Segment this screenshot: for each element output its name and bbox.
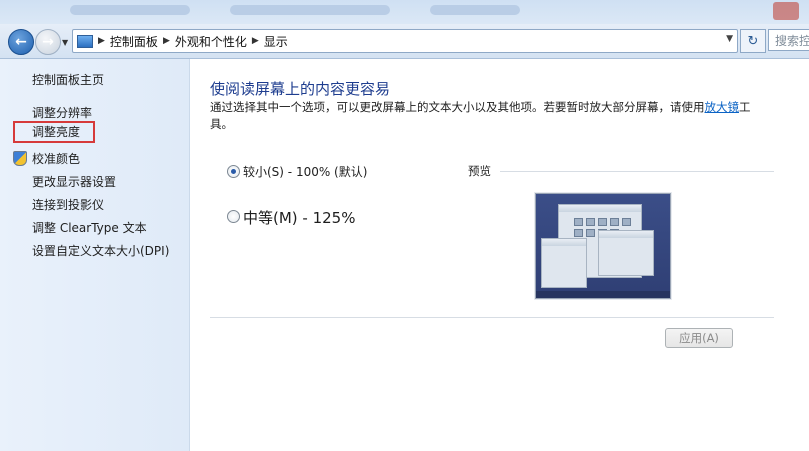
window-top-strip xyxy=(0,0,809,24)
control-panel-icon xyxy=(77,34,93,48)
sidebar-item-resolution[interactable]: 调整分辨率 xyxy=(32,104,92,121)
shield-icon xyxy=(13,151,27,166)
sidebar-item-cleartype[interactable]: 调整 ClearType 文本 xyxy=(32,219,147,236)
sidebar-item-display-settings[interactable]: 更改显示器设置 xyxy=(32,173,116,190)
option-medium-label[interactable]: 中等(M) - 125% xyxy=(243,207,355,228)
sidebar-item-custom-dpi[interactable]: 设置自定义文本大小(DPI) xyxy=(32,242,169,259)
page-title: 使阅读屏幕上的内容更容易 xyxy=(210,80,391,98)
page-description: 通过选择其中一个选项，可以更改屏幕上的文本大小以及其他项。若要暂时放大部分屏幕，… xyxy=(210,99,770,133)
apply-button[interactable]: 应用(A) xyxy=(665,328,733,348)
radio-medium[interactable] xyxy=(227,210,240,223)
breadcrumb-display[interactable]: 显示 xyxy=(264,33,288,50)
recent-pages-dropdown[interactable]: ▼ xyxy=(62,38,68,47)
refresh-icon: ↻ xyxy=(747,33,759,49)
blurred-title xyxy=(430,5,520,15)
preview-divider xyxy=(500,171,774,172)
close-button[interactable] xyxy=(773,2,799,20)
description-text: 通过选择其中一个选项，可以更改屏幕上的文本大小以及其他项。若要暂时放大部分屏幕，… xyxy=(210,100,705,114)
breadcrumb-control-panel[interactable]: 控制面板 xyxy=(110,33,158,50)
sidebar-item-brightness[interactable]: 调整亮度 xyxy=(13,121,95,143)
arrow-right-icon: → xyxy=(42,34,54,50)
blurred-title xyxy=(70,5,190,15)
breadcrumb-appearance[interactable]: 外观和个性化 xyxy=(175,33,247,50)
address-bar[interactable]: ▶ 控制面板 ▶ 外观和个性化 ▶ 显示 ▼ xyxy=(72,29,738,53)
search-input[interactable]: 搜索控制 xyxy=(768,29,809,51)
sidebar: 控制面板主页 调整分辨率 调整亮度 校准颜色 更改显示器设置 连接到投影仪 调整… xyxy=(0,59,190,451)
sidebar-home-link[interactable]: 控制面板主页 xyxy=(32,71,104,88)
content-divider xyxy=(210,317,774,318)
navigation-bar: ← → ▼ ▶ 控制面板 ▶ 外观和个性化 ▶ 显示 ▼ ↻ 搜索控制 xyxy=(0,24,809,59)
radio-smaller[interactable] xyxy=(227,165,240,178)
preview-window-list xyxy=(541,238,587,288)
refresh-button[interactable]: ↻ xyxy=(740,29,766,53)
chevron-right-icon: ▶ xyxy=(98,36,105,46)
preview-image xyxy=(535,193,671,299)
sidebar-item-projector[interactable]: 连接到投影仪 xyxy=(32,196,104,213)
sidebar-item-calibrate-color[interactable]: 校准颜色 xyxy=(32,150,80,167)
preview-label: 预览 xyxy=(468,164,491,178)
back-button[interactable]: ← xyxy=(8,29,34,55)
preview-taskbar xyxy=(536,291,670,298)
blurred-title xyxy=(230,5,390,15)
chevron-right-icon: ▶ xyxy=(162,36,170,46)
preview-window-front xyxy=(598,230,654,276)
chevron-right-icon: ▶ xyxy=(251,36,259,46)
option-smaller-label[interactable]: 较小(S) - 100% (默认) xyxy=(243,163,367,180)
magnifier-link[interactable]: 放大镜 xyxy=(705,100,740,114)
arrow-left-icon: ← xyxy=(15,34,27,50)
chevron-down-icon[interactable]: ▼ xyxy=(726,34,733,44)
forward-button[interactable]: → xyxy=(35,29,61,55)
